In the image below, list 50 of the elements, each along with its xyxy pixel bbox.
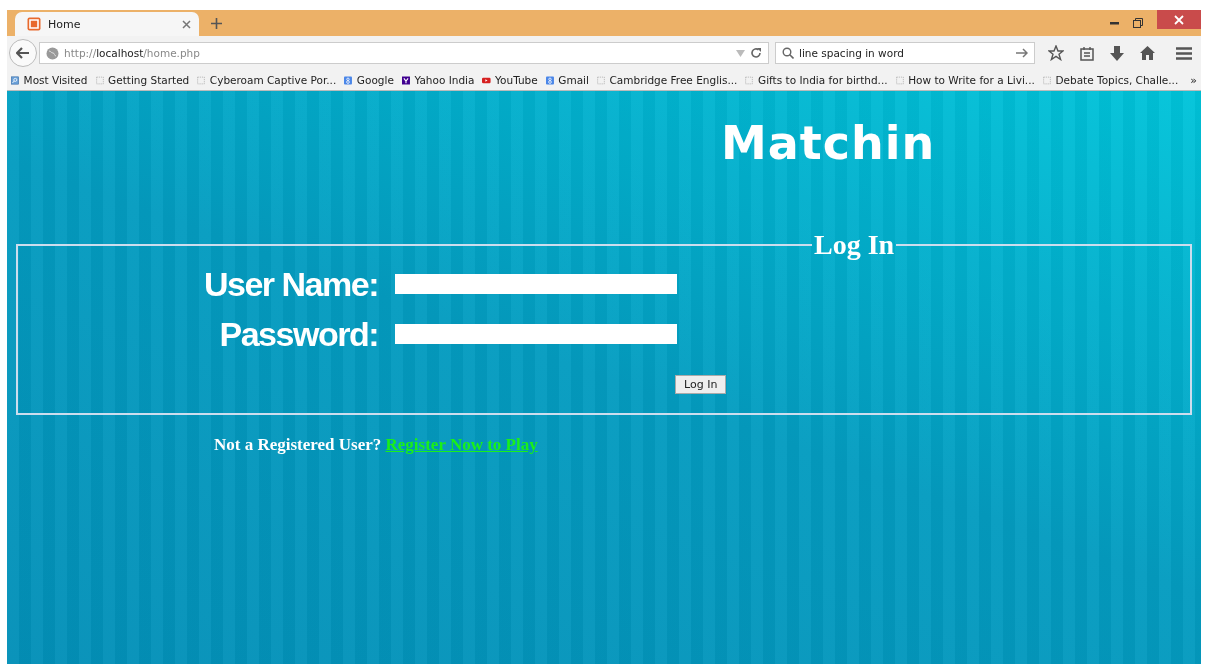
input-field[interactable] — [395, 324, 677, 344]
bookmark-link[interactable]: Getting Started — [108, 74, 190, 86]
restore-icon[interactable] — [1133, 18, 1143, 28]
minimize-icon[interactable] — [1110, 21, 1119, 25]
url-text: http://localhost/home.php — [64, 47, 200, 59]
bookmark-link[interactable]: Yahoo India — [414, 74, 475, 86]
new-tab-icon[interactable] — [211, 18, 222, 29]
star-icon[interactable] — [1048, 45, 1064, 61]
field-label: Password: — [218, 315, 378, 353]
menu-icon[interactable] — [1176, 46, 1192, 60]
login-legend: Log In — [812, 229, 897, 261]
blank-page-icon — [745, 73, 755, 87]
bookmark-link[interactable]: Most Visited — [23, 74, 88, 86]
tab-favicon-icon — [27, 17, 41, 31]
back-arrow-icon — [16, 47, 30, 59]
blank-page-icon — [95, 73, 105, 87]
back-button[interactable] — [9, 39, 37, 67]
window-close-button[interactable] — [1157, 10, 1201, 29]
bookmark-link[interactable]: YouTube — [495, 74, 538, 86]
blank-page-icon — [197, 73, 206, 87]
bookmark-link[interactable]: Debate Topics, Challe... — [1055, 74, 1179, 86]
close-icon[interactable] — [182, 19, 191, 29]
bookmark-link[interactable]: Cyberoam Captive Por... — [209, 74, 337, 86]
blank-page-icon — [1042, 73, 1052, 87]
search-field[interactable]: line spacing in word — [775, 42, 1035, 64]
input-field[interactable] — [395, 274, 677, 294]
blank-page-icon — [895, 73, 905, 87]
tab-title: Home — [48, 17, 82, 31]
globe-icon — [46, 46, 59, 60]
home-icon[interactable] — [1140, 46, 1155, 60]
site-logo: Matchin — [721, 115, 936, 172]
address-field[interactable]: http://localhost/home.php — [39, 42, 769, 64]
bookmark-link[interactable]: Google — [356, 74, 394, 86]
field-label: User Name: — [204, 265, 378, 303]
close-icon — [1174, 14, 1184, 25]
bookmark-link[interactable]: How to Write for a Livi... — [908, 74, 1035, 86]
login-button[interactable]: Log In — [675, 375, 727, 394]
search-text: line spacing in word — [799, 47, 904, 59]
download-icon[interactable] — [1110, 45, 1124, 61]
register-prompt: Not a Registered User? — [214, 435, 382, 454]
bookmark-link[interactable]: Gmail — [558, 74, 589, 86]
bookmark-link[interactable]: Cambridge Free Englis... — [609, 74, 738, 86]
go-arrow-icon[interactable] — [1016, 48, 1028, 58]
overflow-chevron[interactable]: » — [1190, 73, 1198, 87]
bookmarks-folder-icon — [11, 73, 20, 87]
reload-icon[interactable] — [750, 47, 762, 59]
bookmark-link[interactable]: Gifts to India for birthd... — [758, 74, 888, 86]
search-icon — [782, 47, 794, 59]
blank-page-icon — [596, 73, 606, 87]
reading-list-icon[interactable] — [1080, 45, 1094, 61]
